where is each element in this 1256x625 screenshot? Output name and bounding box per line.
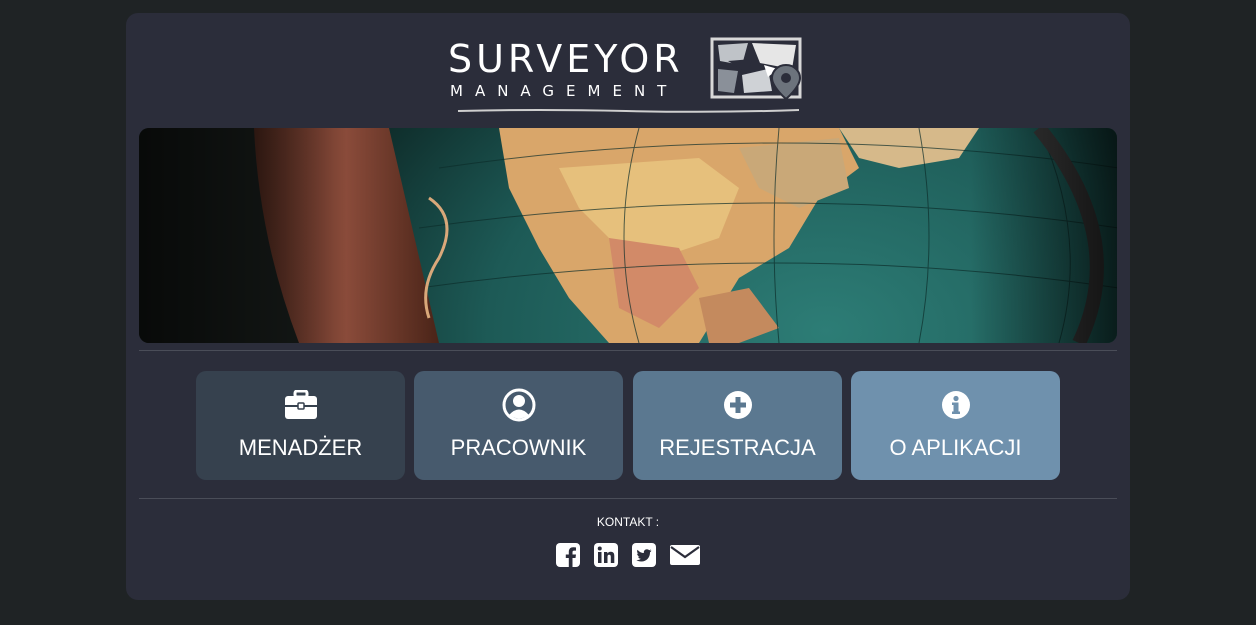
globe-banner-image [139,128,1117,343]
envelope-icon[interactable] [670,543,700,567]
info-circle-icon [941,391,970,419]
logo-underline [457,109,800,113]
plus-circle-icon [723,391,752,419]
facebook-icon[interactable] [556,543,580,567]
register-button[interactable]: REJESTRACJA [633,371,842,480]
register-button-label: REJESTRACJA [659,435,816,460]
twitter-icon[interactable] [632,543,656,567]
divider-top [139,350,1117,351]
main-card: SURVEYOR MANAGEMENT MENADŻER PRACOWNIK R… [126,13,1130,600]
linkedin-icon[interactable] [594,543,618,567]
social-links [126,543,1130,571]
worker-button-label: PRACOWNIK [450,435,587,460]
contact-label: KONTAKT : [596,515,660,529]
about-button-label: O APLIKACJI [889,435,1022,460]
user-circle-icon [502,388,535,422]
divider-bottom [139,498,1117,499]
manager-button[interactable]: MENADŻER [196,371,405,480]
app-logo: SURVEYOR MANAGEMENT [446,35,816,119]
logo-title: SURVEYOR [448,37,684,81]
briefcase-icon [284,390,317,419]
map-pin-logo-icon [710,37,802,101]
worker-button[interactable]: PRACOWNIK [414,371,623,480]
logo-subtitle: MANAGEMENT [450,82,679,100]
about-button[interactable]: O APLIKACJI [851,371,1060,480]
manager-button-label: MENADŻER [238,435,363,460]
